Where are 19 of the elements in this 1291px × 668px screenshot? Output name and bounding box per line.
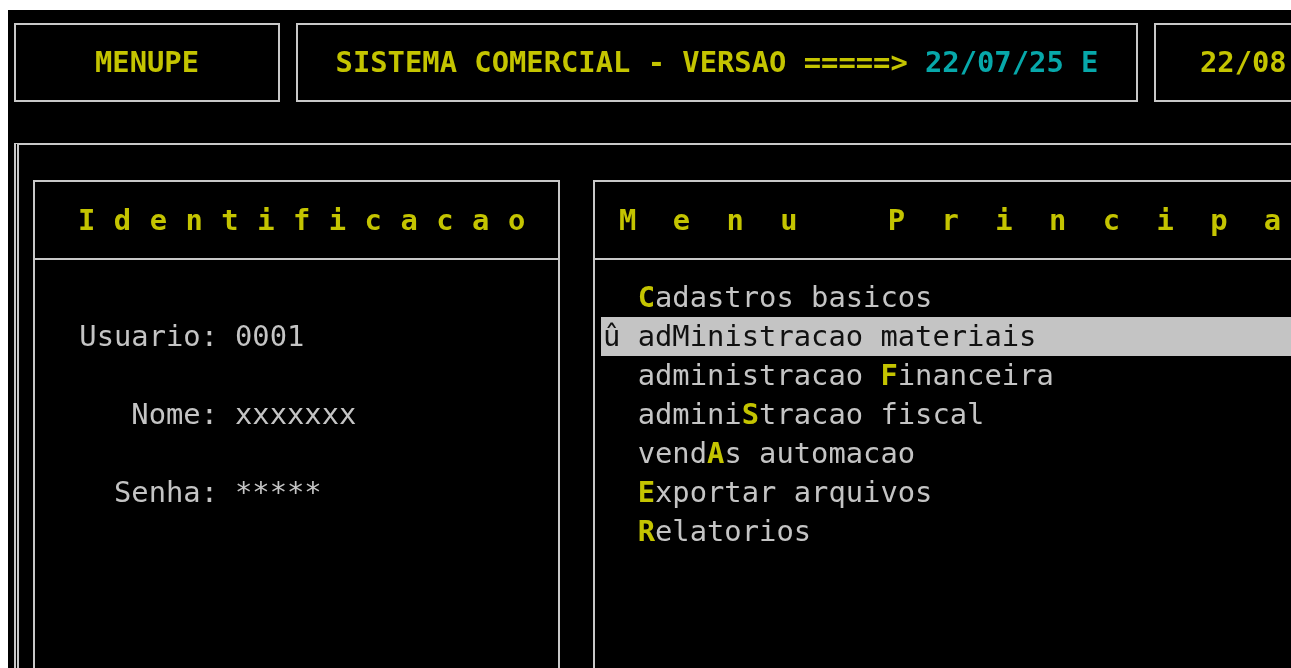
system-title: SISTEMA COMERCIAL - VERSAO =====> [335, 44, 908, 81]
version-text: 22/07/25 E [925, 44, 1099, 81]
menu-item[interactable]: Cadastros basicos [601, 278, 1291, 317]
panel-title: I d e n t i f i c a c a o [78, 201, 526, 239]
panel-title: M e n u P r i n c i p a [619, 201, 1282, 239]
field-label: Nome: [130, 396, 218, 433]
field-label: Usuario: [78, 318, 218, 355]
program-name: MENUPE [95, 44, 199, 81]
field-value: xxxxxxx [235, 396, 357, 433]
menu-item[interactable]: vendAs automacao [601, 434, 1291, 473]
field-value: 0001 [235, 318, 305, 355]
menu-item[interactable]: adminiStracao fiscal [601, 395, 1291, 434]
field-label: Senha: [112, 474, 218, 511]
menu-item[interactable]: administracao Financeira [601, 356, 1291, 395]
menu-item[interactable]: Relatorios [601, 512, 1291, 551]
menu-item[interactable]: Exportar arquivos [601, 473, 1291, 512]
field-value: ***** [235, 474, 322, 511]
menu-item[interactable]: û adMinistracao materiais [601, 317, 1291, 356]
date-text: 22/08 [1200, 44, 1287, 81]
